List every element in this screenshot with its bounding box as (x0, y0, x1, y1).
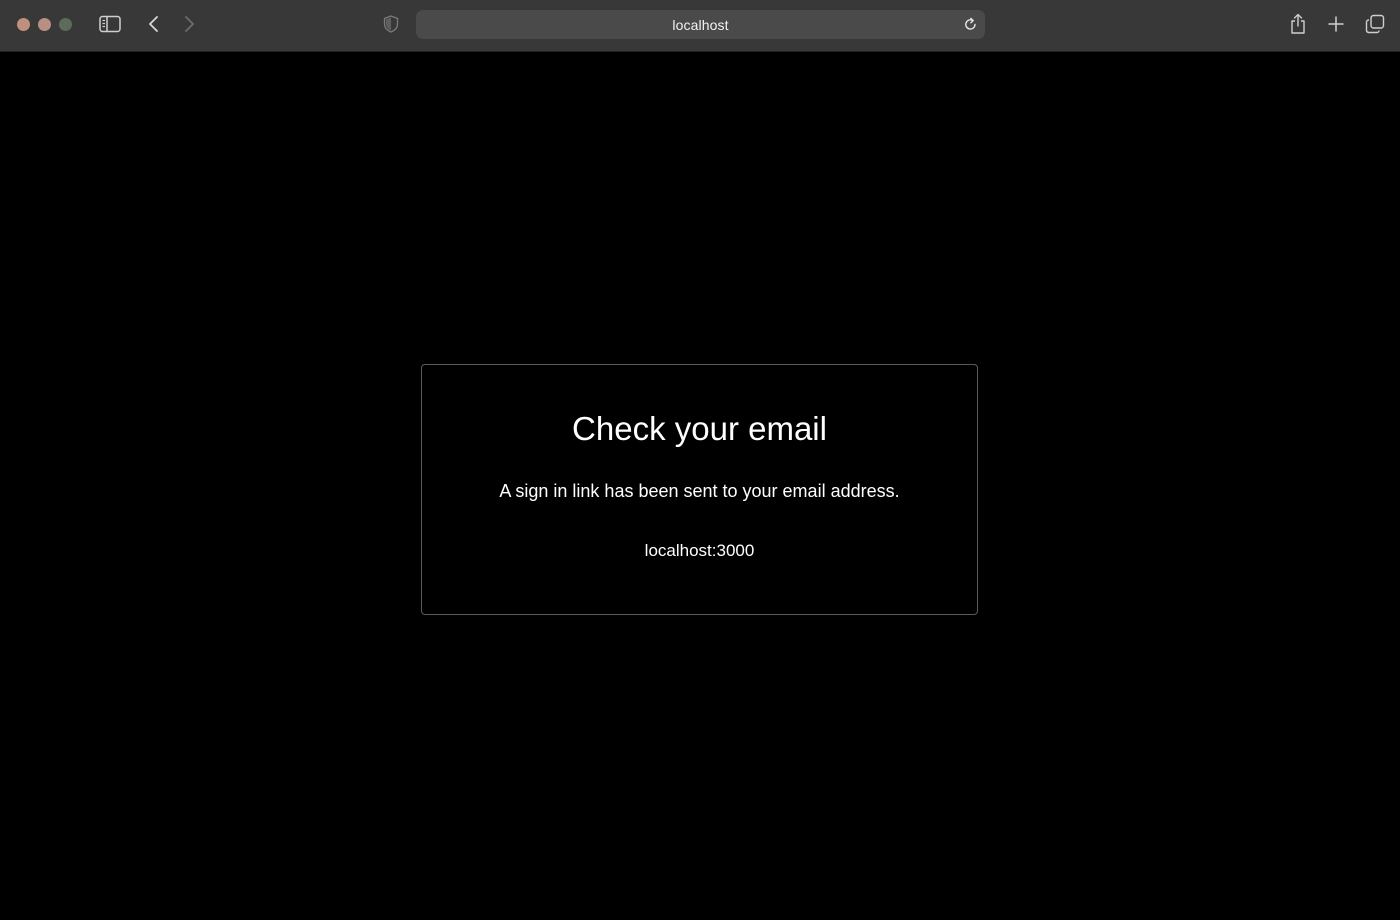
browser-window: localhost Check your email A sign in lin… (0, 0, 1400, 920)
tabs-icon[interactable] (1364, 13, 1386, 35)
chevron-left-icon[interactable] (144, 13, 162, 35)
chevron-right-icon[interactable] (181, 13, 199, 35)
address-bar[interactable]: localhost (416, 10, 985, 39)
plus-icon[interactable] (1326, 14, 1346, 34)
reload-icon[interactable] (962, 16, 979, 33)
close-window-button[interactable] (17, 18, 30, 31)
home-link[interactable]: localhost:3000 (422, 540, 977, 562)
page-content: Check your email A sign in link has been… (0, 52, 1400, 920)
zoom-window-button[interactable] (59, 18, 72, 31)
share-icon[interactable] (1288, 12, 1308, 36)
shield-icon[interactable] (382, 14, 400, 34)
verify-email-card: Check your email A sign in link has been… (421, 364, 978, 615)
card-message: A sign in link has been sent to your ema… (499, 481, 900, 501)
card-title: Check your email (572, 410, 827, 447)
minimize-window-button[interactable] (38, 18, 51, 31)
sidebar-icon[interactable] (98, 14, 122, 34)
browser-toolbar: localhost (0, 0, 1400, 52)
address-text: localhost (672, 16, 729, 33)
